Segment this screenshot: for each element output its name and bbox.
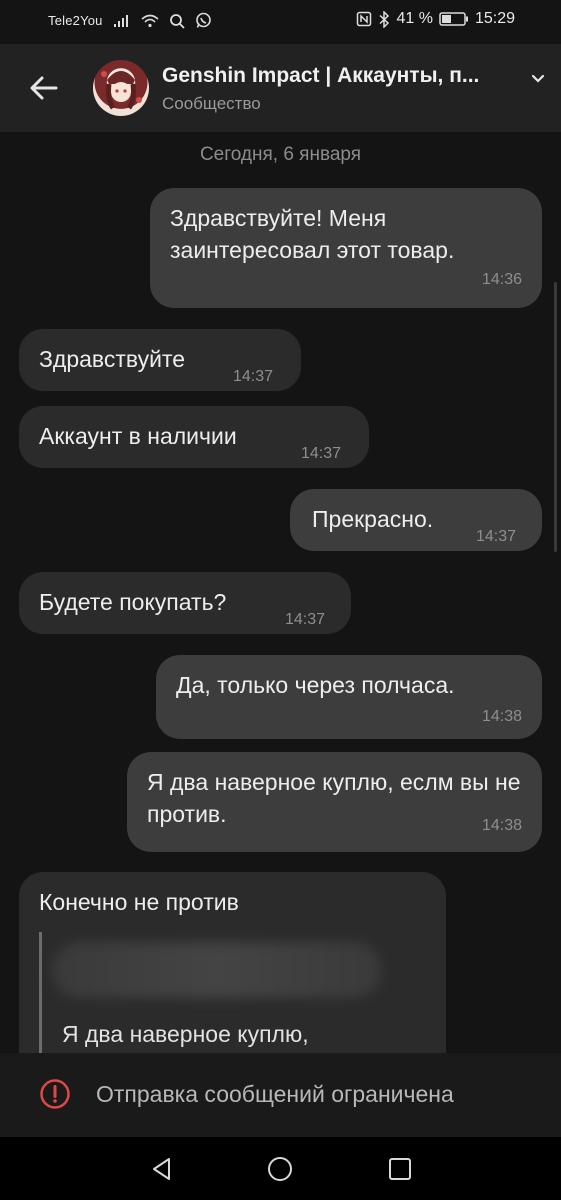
quote-author-redacted [52,942,382,998]
message-time: 14:38 [481,708,522,725]
message-text: Да, только через полчаса. [176,672,455,698]
whatsapp-icon [195,12,211,28]
message-outgoing[interactable]: Здравствуйте! Меня заинтересовал этот то… [150,188,542,308]
message-incoming[interactable]: Здравствуйте 14:37 [19,329,301,391]
message-outgoing[interactable]: Я два наверное куплю, еслм вы не против.… [127,752,542,852]
chat-subtitle: Сообщество [162,94,261,113]
search-icon [169,13,185,29]
system-nav-bar [0,1137,561,1200]
battery-percent: 41 % [396,10,433,27]
nav-recents-icon[interactable] [386,1155,414,1183]
nav-home-icon[interactable] [266,1155,294,1183]
message-text: Я два наверное куплю, еслм вы не против. [147,769,521,827]
clock: 15:29 [474,10,515,27]
message-list[interactable]: Сегодня, 6 января Здравствуйте! Меня заи… [0,132,561,1053]
scrollbar[interactable] [554,282,557,552]
restricted-text: Отправка сообщений ограничена [96,1081,454,1107]
message-text: Конечно не против [39,889,239,915]
back-arrow-icon[interactable] [24,68,64,108]
wifi-icon [141,14,159,27]
chevron-down-icon[interactable] [529,70,547,88]
status-bar: Tele2You 41 % 15:29 [0,0,561,44]
message-time: 14:37 [476,528,517,545]
quote-text: Я два наверное куплю, [62,1021,309,1047]
message-outgoing[interactable]: Прекрасно. 14:37 [290,489,542,551]
message-time: 14:38 [481,817,522,834]
message-incoming[interactable]: Аккаунт в наличии 14:37 [19,406,369,468]
warning-icon [40,1079,70,1109]
bluetooth-icon [379,10,390,28]
message-time: 14:37 [285,611,326,628]
battery-icon [439,12,468,26]
message-incoming[interactable]: Конечно не против Я два наверное куплю, [19,872,446,1053]
reply-quote[interactable]: Я два наверное куплю, [39,932,422,1053]
restricted-banner: Отправка сообщений ограничена [0,1053,561,1137]
chat-title[interactable]: Genshin Impact | Аккаунты, п... [162,64,522,88]
avatar-illustration [101,71,142,110]
message-time: 14:37 [301,445,342,462]
carrier-label: Tele2You [48,13,103,28]
chat-header: Genshin Impact | Аккаунты, п... Сообщест… [0,44,561,132]
signal-icon [113,14,128,27]
date-separator: Сегодня, 6 января [199,144,362,165]
message-time: 14:37 [233,368,274,385]
message-outgoing[interactable]: Да, только через полчаса. 14:38 [156,655,542,739]
message-incoming[interactable]: Будете покупать? 14:37 [19,572,351,634]
community-avatar[interactable] [93,60,149,116]
nfc-icon [357,11,372,27]
nav-back-icon[interactable] [148,1155,176,1183]
message-time: 14:36 [481,271,522,288]
message-text: Здравствуйте! Меня заинтересовал этот то… [170,205,455,263]
